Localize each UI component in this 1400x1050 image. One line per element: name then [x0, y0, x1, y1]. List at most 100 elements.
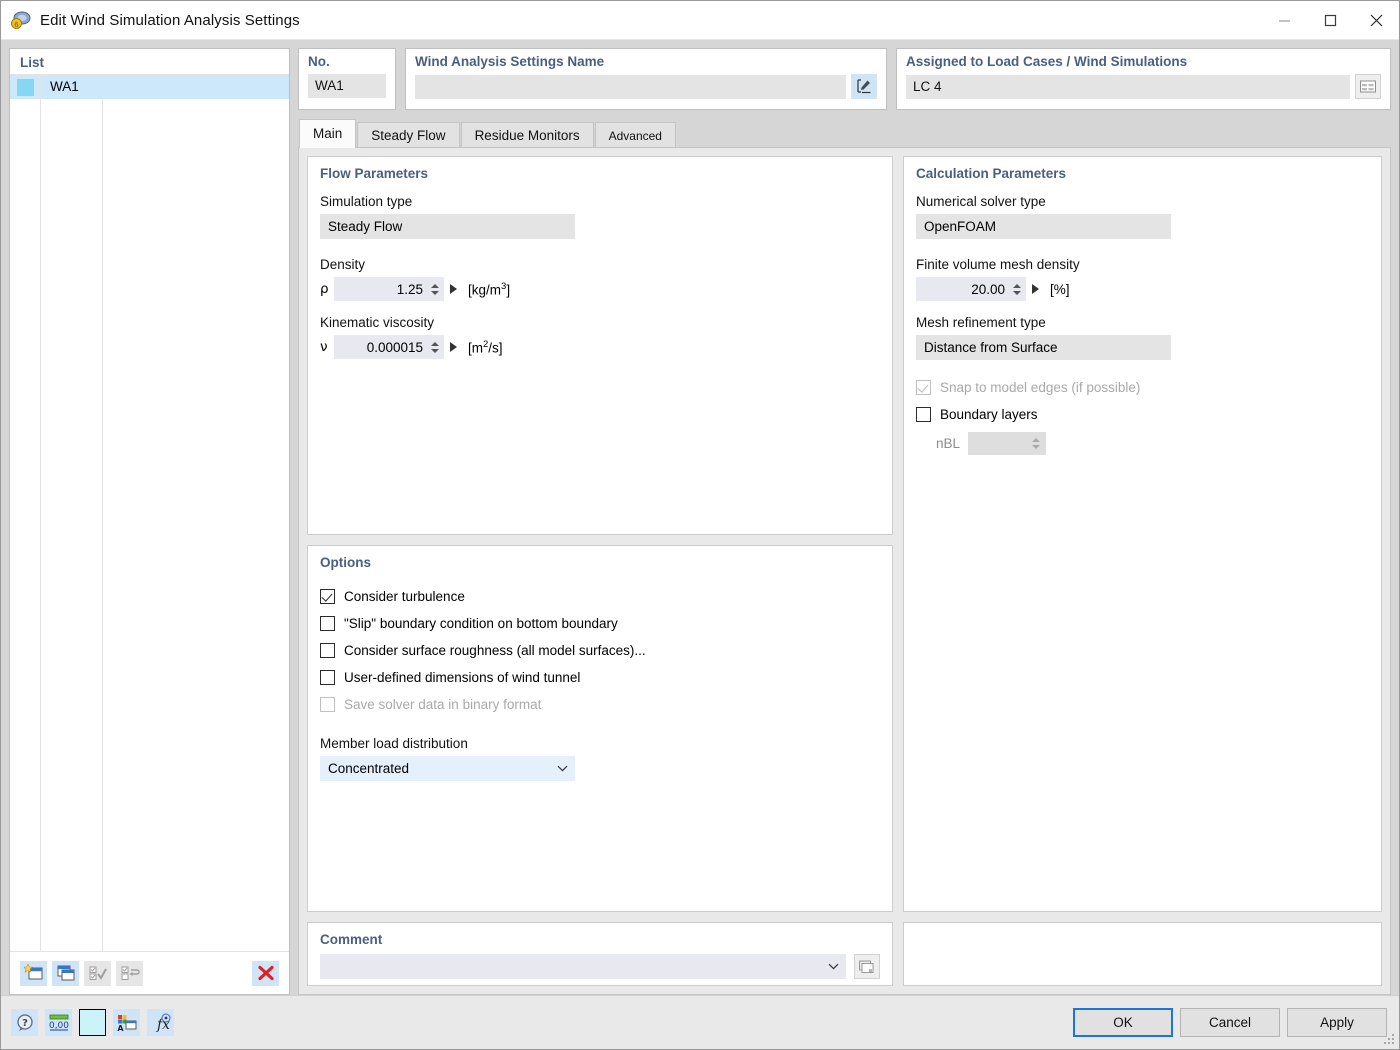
comment-input[interactable] — [320, 954, 846, 979]
select-all-button — [84, 960, 111, 986]
mesh-refinement-label: Mesh refinement type — [916, 315, 1046, 330]
nbl-label: nBL — [936, 436, 961, 451]
resize-grip[interactable] — [1384, 1034, 1396, 1046]
list-item[interactable]: WA1 — [10, 75, 289, 99]
units-button[interactable]: 0,00 — [45, 1009, 72, 1036]
tab-steady-flow[interactable]: Steady Flow — [357, 122, 460, 148]
option-label: Boundary layers — [940, 407, 1038, 422]
new-settings-button[interactable] — [20, 960, 47, 986]
viscosity-more-icon[interactable] — [450, 342, 457, 352]
density-value[interactable]: 1.25 — [334, 282, 429, 297]
rename-icon[interactable] — [851, 74, 877, 99]
no-value[interactable]: WA1 — [308, 74, 386, 98]
dialog-window: 6 Edit Wind Simulation Analysis Settings… — [0, 0, 1400, 1050]
list-area[interactable]: WA1 — [10, 74, 289, 951]
option-label: Consider surface roughness (all model su… — [344, 643, 646, 658]
mesh-density-value[interactable]: 20.00 — [916, 282, 1011, 297]
invert-selection-button — [116, 960, 143, 986]
mesh-density-label: Finite volume mesh density — [916, 257, 1080, 272]
solver-type-value[interactable]: OpenFOAM — [916, 214, 1171, 239]
option-save-binary: Save solver data in binary format — [320, 691, 880, 718]
options-title: Options — [320, 555, 371, 570]
simulation-type-label: Simulation type — [320, 194, 413, 209]
assigned-value[interactable]: LC 4 — [906, 74, 1350, 99]
options-group: Options Consider turbulence "Slip" bound… — [307, 545, 893, 912]
comment-library-icon[interactable] — [854, 954, 880, 979]
option-user-defined-dimensions[interactable]: User-defined dimensions of wind tunnel — [320, 664, 880, 691]
comment-title: Comment — [320, 932, 383, 947]
mesh-refinement-value[interactable]: Distance from Surface — [916, 335, 1171, 360]
member-load-distribution-select[interactable]: Concentrated — [320, 756, 575, 781]
mesh-density-stepper[interactable]: 20.00 — [916, 277, 1026, 301]
viscosity-value[interactable]: 0.000015 — [334, 340, 429, 355]
svg-text:A: A — [117, 1024, 124, 1033]
load-cases-icon[interactable] — [1355, 74, 1381, 99]
footer-bar: ? 0,00 A fx OK Cancel Apply — [1, 995, 1399, 1049]
name-row — [415, 74, 877, 99]
calculation-parameters-group: Calculation Parameters Numerical solver … — [903, 156, 1382, 912]
viscosity-unit: [m2/s] — [468, 339, 503, 356]
tab-page-main: Flow Parameters Simulation type Steady F… — [298, 147, 1391, 995]
right-spacer-group — [903, 922, 1382, 986]
chevron-down-icon[interactable] — [557, 765, 568, 772]
tab-residue-monitors[interactable]: Residue Monitors — [460, 122, 594, 148]
list-column-divider-2 — [102, 75, 103, 951]
color-button[interactable] — [79, 1009, 106, 1036]
mesh-density-spin-arrows[interactable] — [1011, 283, 1023, 295]
density-stepper[interactable]: 1.25 — [334, 277, 444, 301]
viscosity-stepper[interactable]: 0.000015 — [334, 335, 444, 359]
close-button[interactable] — [1353, 1, 1399, 39]
option-consider-turbulence[interactable]: Consider turbulence — [320, 583, 880, 610]
svg-text:6: 6 — [14, 21, 19, 29]
option-label: Consider turbulence — [344, 589, 465, 604]
nbl-spin-arrows — [1030, 438, 1042, 449]
simulation-type-value[interactable]: Steady Flow — [320, 214, 575, 239]
assigned-row: LC 4 — [906, 74, 1381, 99]
viscosity-unit-suffix: /s] — [488, 340, 503, 356]
option-boundary-layers[interactable]: Boundary layers — [916, 401, 1369, 428]
density-spin-arrows[interactable] — [429, 283, 441, 295]
tab-bar: Main Steady Flow Residue Monitors Advanc… — [298, 119, 1391, 148]
density-more-icon[interactable] — [450, 284, 457, 294]
name-field-box: Wind Analysis Settings Name — [405, 48, 887, 110]
minimize-button[interactable] — [1261, 1, 1307, 39]
list-item-color-cell[interactable] — [10, 75, 40, 99]
maximize-button[interactable] — [1307, 1, 1353, 39]
help-button[interactable]: ? — [11, 1009, 38, 1036]
option-slip-boundary[interactable]: "Slip" boundary condition on bottom boun… — [320, 610, 880, 637]
formula-button[interactable]: fx — [147, 1009, 174, 1036]
name-input[interactable] — [415, 74, 846, 99]
spin-up-icon[interactable] — [431, 341, 439, 346]
delete-button[interactable] — [252, 960, 279, 986]
checkbox-icon[interactable] — [320, 589, 335, 604]
checkbox-icon — [916, 380, 931, 395]
spin-down-icon[interactable] — [431, 348, 439, 353]
copy-settings-button[interactable] — [52, 960, 79, 986]
spin-up-icon[interactable] — [1013, 283, 1021, 288]
list-item-label: WA1 — [40, 75, 289, 99]
option-surface-roughness[interactable]: Consider surface roughness (all model su… — [320, 637, 880, 664]
checkbox-icon[interactable] — [916, 407, 931, 422]
content-column: No. WA1 Wind Analysis Settings Name Assi… — [298, 48, 1391, 995]
spin-down-icon[interactable] — [431, 290, 439, 295]
viscosity-spin-arrows[interactable] — [429, 341, 441, 353]
density-unit-prefix: [kg/m — [468, 282, 502, 298]
spin-up-icon[interactable] — [431, 283, 439, 288]
chevron-down-icon[interactable] — [828, 963, 839, 970]
checkbox-icon[interactable] — [320, 616, 335, 631]
cancel-button[interactable]: Cancel — [1180, 1008, 1280, 1037]
spin-down-icon — [1032, 445, 1041, 449]
spin-down-icon[interactable] — [1013, 290, 1021, 295]
assigned-field-box: Assigned to Load Cases / Wind Simulation… — [896, 48, 1391, 110]
ok-button[interactable]: OK — [1073, 1008, 1173, 1037]
mesh-density-more-icon[interactable] — [1032, 284, 1039, 294]
tab-advanced[interactable]: Advanced — [594, 122, 676, 148]
option-label: Save solver data in binary format — [344, 697, 542, 712]
tab-main[interactable]: Main — [299, 119, 357, 148]
display-properties-button[interactable]: A — [113, 1009, 140, 1036]
nbl-stepper — [968, 432, 1047, 455]
checkbox-icon[interactable] — [320, 670, 335, 685]
checkbox-icon[interactable] — [320, 643, 335, 658]
apply-button[interactable]: Apply — [1287, 1008, 1387, 1037]
option-label: "Slip" boundary condition on bottom boun… — [344, 616, 618, 631]
